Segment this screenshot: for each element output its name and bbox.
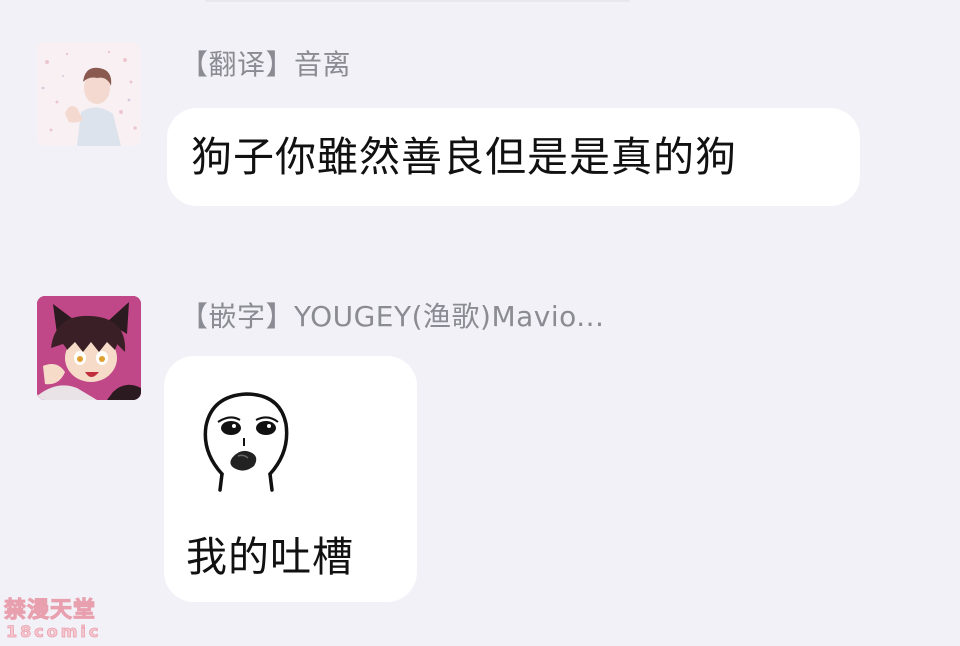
staring-face-sticker-icon[interactable] [188,382,302,492]
sender-name: 【翻译】音离 [180,48,352,81]
illustrated-boy-avatar-icon [37,42,141,146]
watermark-title: 禁漫天堂 [3,598,97,624]
message-bubble[interactable]: 我的吐槽 [164,356,417,602]
sender-name: 【嵌字】YOUGEY(渔歌)Mavio... [180,300,605,333]
avatar[interactable] [37,296,141,400]
message-text: 我的吐槽 [186,533,354,581]
previous-message-edge [205,0,630,2]
watermark-subtitle: 18comic [6,622,102,641]
avatar[interactable] [37,42,141,146]
message-bubble[interactable]: 狗子你雖然善良但是是真的狗 [167,108,860,206]
watermark-logo: 禁漫天堂 18comic [3,598,108,644]
message-text: 狗子你雖然善良但是是真的狗 [191,133,737,181]
anime-catboy-avatar-icon [37,296,141,400]
